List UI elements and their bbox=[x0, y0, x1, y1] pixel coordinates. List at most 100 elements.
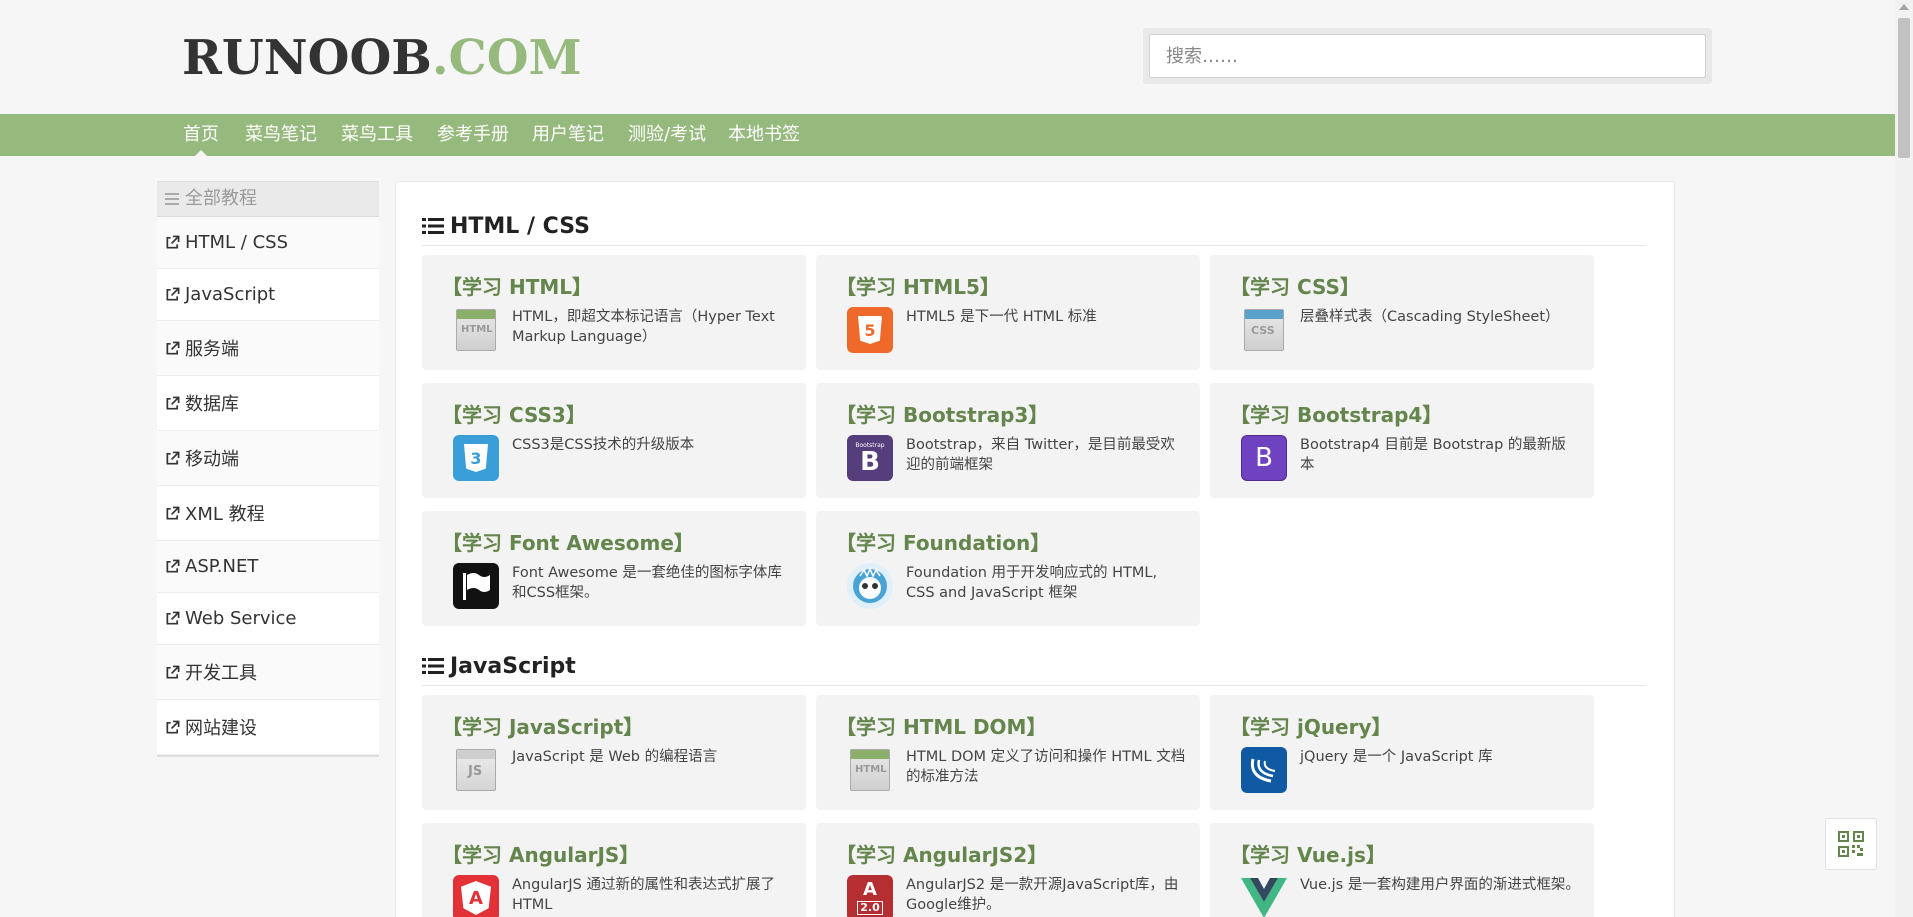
card-description: HTML，即超文本标记语言（Hyper Text Markup Language… bbox=[512, 309, 775, 345]
qrcode-button[interactable] bbox=[1825, 818, 1877, 870]
tutorial-card-js-file[interactable]: 【学习 JavaScript】 JS JavaScript 是 Web 的编程语言 bbox=[422, 695, 806, 810]
card-description: Font Awesome 是一套绝佳的图标字体库和CSS框架。 bbox=[512, 565, 782, 601]
tutorial-card-bootstrap3[interactable]: 【学习 Bootstrap3】 Bootstrap B Bootstrap，来自 Tw… bbox=[816, 383, 1200, 498]
sidebar-item-label: Web Service bbox=[185, 608, 297, 629]
main-content: HTML / CSS 【学习 HTML】 HTML HTML，即超文本标记语言（Hy… bbox=[395, 181, 1675, 917]
foundation-icon bbox=[847, 563, 893, 609]
nav-home[interactable]: 首页 bbox=[183, 114, 219, 156]
tutorial-card-vuejs[interactable]: 【学习 Vue.js】 Vue.js 是一套构建用户界面的渐进式框架。 bbox=[1210, 823, 1594, 917]
tutorial-card-bootstrap4[interactable]: 【学习 Bootstrap4】 B Bootstrap4 目前是 Bootstrap… bbox=[1210, 383, 1594, 498]
search-input[interactable] bbox=[1149, 34, 1706, 78]
card-title[interactable]: 【学习 AngularJS】 bbox=[442, 839, 639, 868]
nav-quiz[interactable]: 测验/考试 bbox=[628, 114, 706, 156]
sidebar-item-mobile[interactable]: 移动端 bbox=[157, 431, 379, 486]
card-title[interactable]: 【学习 Font Awesome】 bbox=[442, 527, 694, 556]
list-icon bbox=[422, 218, 444, 234]
tutorial-card-html-file[interactable]: 【学习 HTML】 HTML HTML，即超文本标记语言（Hyper Text Ma… bbox=[422, 255, 806, 370]
sidebar-item-web-service[interactable]: Web Service bbox=[157, 593, 379, 645]
site-logo[interactable]: RUNOOB.COM bbox=[182, 30, 582, 86]
nav-tools[interactable]: 菜鸟工具 bbox=[341, 114, 413, 156]
list-icon bbox=[422, 658, 444, 674]
card-description: Bootstrap4 目前是 Bootstrap 的最新版本 bbox=[1300, 437, 1566, 473]
external-link-icon bbox=[166, 341, 180, 354]
tutorial-card-css-file[interactable]: 【学习 CSS】 CSS 层叠样式表（Cascading StyleSheet） bbox=[1210, 255, 1594, 370]
external-link-icon bbox=[166, 665, 180, 678]
external-link-icon bbox=[166, 506, 180, 519]
nav-bookmarks[interactable]: 本地书签 bbox=[728, 114, 800, 156]
card-description: 层叠样式表（Cascading StyleSheet） bbox=[1300, 309, 1560, 325]
card-description: HTML DOM 定义了访问和操作 HTML 文档的标准方法 bbox=[906, 749, 1186, 785]
sidebar-item-html-css[interactable]: HTML / CSS bbox=[157, 217, 379, 269]
sidebar: 全部教程 HTML / CSS JavaScript 服务端数据库移动端 XML 教程… bbox=[157, 181, 379, 757]
card-description: Vue.js 是一套构建用户界面的渐进式框架。 bbox=[1300, 877, 1580, 893]
sidebar-item-label: 服务端 bbox=[185, 339, 239, 360]
tutorial-card-angularjs[interactable]: 【学习 AngularJS】 A AngularJS 通过新的属性和表达式扩展了 H… bbox=[422, 823, 806, 917]
sidebar-item-label: ASP.NET bbox=[185, 556, 259, 577]
sidebar-header: 全部教程 bbox=[157, 181, 379, 217]
external-link-icon bbox=[166, 611, 180, 625]
external-link-icon bbox=[166, 720, 180, 733]
qrcode-icon bbox=[1838, 831, 1864, 857]
scroll-up-arrow-icon[interactable] bbox=[1899, 4, 1909, 10]
card-title[interactable]: 【学习 Bootstrap3】 bbox=[836, 399, 1048, 428]
nav-user-notes[interactable]: 用户笔记 bbox=[532, 114, 604, 156]
card-title[interactable]: 【学习 Bootstrap4】 bbox=[1230, 399, 1442, 428]
logo-text: RUNOOB bbox=[182, 30, 432, 86]
external-link-icon bbox=[166, 287, 180, 301]
card-title[interactable]: 【学习 AngularJS2】 bbox=[836, 839, 1047, 868]
sidebar-item-dev-tools[interactable]: 开发工具 bbox=[157, 645, 379, 700]
vertical-scrollbar[interactable] bbox=[1895, 0, 1913, 917]
card-title[interactable]: 【学习 HTML】 bbox=[442, 271, 592, 300]
scrollbar-thumb[interactable] bbox=[1898, 18, 1910, 158]
card-title[interactable]: 【学习 HTML DOM】 bbox=[836, 711, 1046, 740]
jquery-icon bbox=[1241, 747, 1287, 793]
tutorial-card-jquery[interactable]: 【学习 jQuery】 jQuery 是一个 JavaScript 库 bbox=[1210, 695, 1594, 810]
header: RUNOOB.COM bbox=[0, 0, 1895, 114]
sidebar-item-label: HTML / CSS bbox=[185, 232, 289, 253]
section-title-label: HTML / CSS bbox=[450, 214, 590, 239]
nav-notes[interactable]: 菜鸟笔记 bbox=[245, 114, 317, 156]
card-title[interactable]: 【学习 CSS】 bbox=[1230, 271, 1360, 300]
vuejs-icon bbox=[1241, 875, 1287, 917]
card-description: JavaScript 是 Web 的编程语言 bbox=[512, 749, 718, 765]
sidebar-item-server[interactable]: 服务端 bbox=[157, 321, 379, 376]
tutorial-card-html-file[interactable]: 【学习 HTML DOM】 HTML HTML DOM 定义了访问和操作 HTML … bbox=[816, 695, 1200, 810]
sidebar-item-database[interactable]: 数据库 bbox=[157, 376, 379, 431]
section-title-label: JavaScript bbox=[450, 654, 576, 679]
css-file-icon: CSS bbox=[1241, 307, 1287, 353]
tutorial-card-html5[interactable]: 【学习 HTML5】 5 HTML5 是下一代 HTML 标准 bbox=[816, 255, 1200, 370]
html5-icon: 5 bbox=[847, 307, 893, 353]
sidebar-item-xml[interactable]: XML 教程 bbox=[157, 486, 379, 541]
card-title[interactable]: 【学习 CSS3】 bbox=[442, 399, 586, 428]
bootstrap4-icon: B bbox=[1241, 435, 1287, 481]
sidebar-item-label: 移动端 bbox=[185, 449, 239, 470]
card-title[interactable]: 【学习 jQuery】 bbox=[1230, 711, 1392, 740]
logo-domain: .COM bbox=[431, 30, 582, 86]
card-title[interactable]: 【学习 HTML5】 bbox=[836, 271, 1000, 300]
sidebar-item-javascript[interactable]: JavaScript bbox=[157, 269, 379, 321]
tutorial-card-angularjs2[interactable]: 【学习 AngularJS2】 A 2.0 AngularJS2 是一款开源JavaS… bbox=[816, 823, 1200, 917]
tutorial-card-font-awesome-flag[interactable]: 【学习 Font Awesome】 Font Awesome 是一套绝佳的图标字体… bbox=[422, 511, 806, 626]
angularjs2-icon: A 2.0 bbox=[847, 875, 893, 917]
card-title[interactable]: 【学习 Vue.js】 bbox=[1230, 839, 1386, 868]
card-description: Bootstrap，来自 Twitter，是目前最受欢迎的前端框架 bbox=[906, 437, 1175, 473]
nav-reference[interactable]: 参考手册 bbox=[437, 114, 509, 156]
search-box bbox=[1143, 28, 1712, 84]
sidebar-item-label: 数据库 bbox=[185, 394, 239, 415]
sidebar-item-web-building[interactable]: 网站建设 bbox=[157, 700, 379, 755]
card-description: AngularJS 通过新的属性和表达式扩展了 HTML bbox=[512, 877, 775, 913]
sidebar-item-aspnet[interactable]: ASP.NET bbox=[157, 541, 379, 593]
tutorial-card-foundation[interactable]: 【学习 Foundation】 Foundation 用于开发响应式的 HTML,… bbox=[816, 511, 1200, 626]
card-description: Foundation 用于开发响应式的 HTML, CSS and JavaSc… bbox=[906, 565, 1158, 601]
bars-icon bbox=[165, 193, 179, 205]
sidebar-item-label: 网站建设 bbox=[185, 718, 257, 739]
sidebar-item-label: XML 教程 bbox=[185, 504, 265, 525]
js-file-icon: JS bbox=[453, 747, 499, 793]
card-title[interactable]: 【学习 Foundation】 bbox=[836, 527, 1050, 556]
bootstrap3-icon: Bootstrap B bbox=[847, 435, 893, 481]
angularjs-icon: A bbox=[453, 875, 499, 917]
external-link-icon bbox=[166, 559, 180, 573]
card-title[interactable]: 【学习 JavaScript】 bbox=[442, 711, 643, 740]
tutorial-card-css3[interactable]: 【学习 CSS3】 3 CSS3是CSS技术的升级版本 bbox=[422, 383, 806, 498]
external-link-icon bbox=[166, 235, 180, 249]
